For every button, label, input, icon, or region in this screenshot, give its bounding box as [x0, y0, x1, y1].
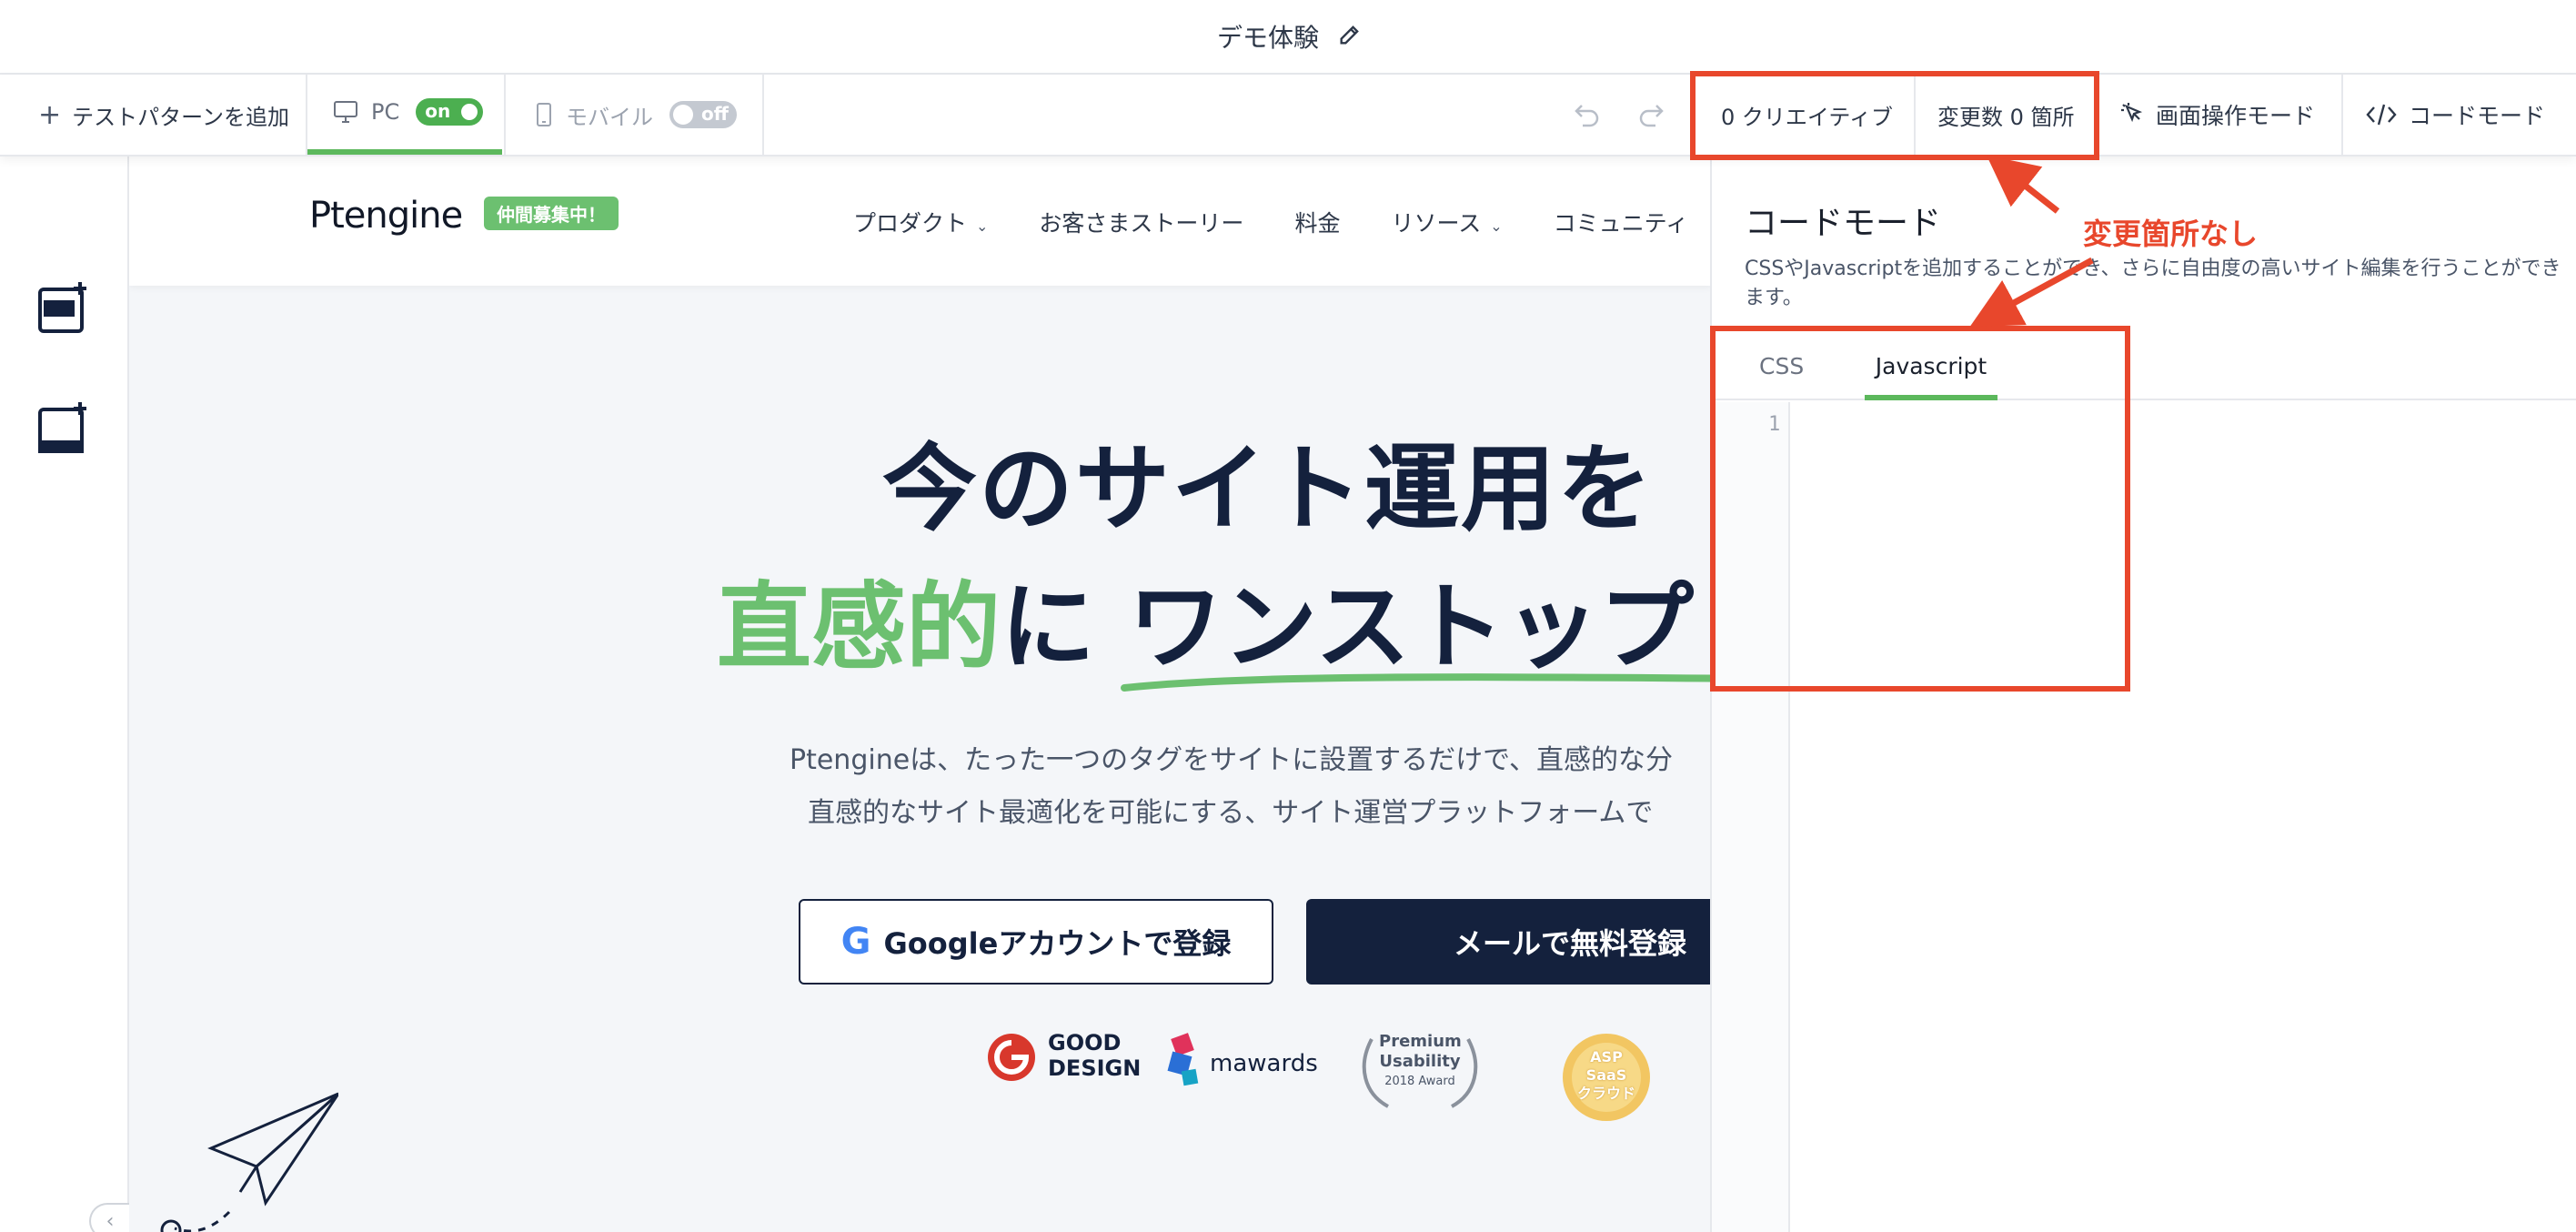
add-section-bottom-icon[interactable]: [36, 400, 91, 455]
nav-item-pricing[interactable]: 料金: [1294, 206, 1340, 238]
ptengine-logo[interactable]: Ptengine: [309, 195, 463, 237]
good-design-logo-icon: [988, 1034, 1035, 1081]
nav-label: プロダクト: [853, 210, 968, 237]
chevron-down-icon: ⌄: [976, 217, 989, 235]
award-text: mawards: [1210, 1050, 1318, 1077]
google-button-label: Googleアカウントで登録: [883, 926, 1232, 961]
chevron-down-icon: ⌄: [1490, 217, 1503, 235]
divider: [504, 75, 506, 155]
undo-button[interactable]: [1572, 75, 1601, 155]
hero-heading-line1: 今のサイト運用を: [882, 433, 1655, 544]
nav-item-product[interactable]: プロダクト ⌄: [853, 206, 988, 238]
award-text: GOOD: [1048, 1030, 1122, 1055]
laurel-wreath-icon: [1362, 1038, 1478, 1108]
smartphone-icon: [537, 103, 551, 126]
window-title: デモ体験: [1217, 23, 1320, 53]
nav-label: リソース: [1391, 210, 1482, 237]
paper-plane-illustration: [160, 1092, 338, 1232]
annotation-text: 変更箇所なし: [2083, 217, 2259, 251]
premium-usability-award: Premium Usability 2018 Award: [1352, 1030, 1488, 1121]
pc-label: PC: [371, 99, 400, 125]
nav-item-stories[interactable]: お客さまストーリー: [1039, 206, 1243, 238]
nav-item-resources[interactable]: リソース ⌄: [1391, 206, 1502, 238]
pc-toggle[interactable]: on: [416, 98, 484, 126]
screen-mode-label: 画面操作モード: [2156, 103, 2316, 129]
divider: [2341, 75, 2343, 155]
hero-description-line1: Ptengineは、たった一つのタグをサイトに設置するだけで、直感的な分: [790, 744, 1673, 776]
mail-button-label: メールで無料登録: [1453, 926, 1686, 961]
award-text: DESIGN: [1048, 1055, 1142, 1081]
toggle-knob: [459, 102, 480, 122]
annotation-box-toolbar-counts: [1690, 71, 2099, 160]
mobile-toggle-text: off: [701, 103, 729, 125]
add-pattern-label: テストパターンを追加: [72, 104, 289, 130]
device-tab-pc[interactable]: PC on: [307, 75, 502, 155]
award-text: クラウド: [1576, 1085, 1635, 1102]
hero-description-line2: 直感的なサイト最適化を可能にする、サイト運営プラットフォームで: [808, 797, 1654, 829]
email-signup-button[interactable]: メールで無料登録: [1306, 899, 1712, 985]
plus-icon: +: [38, 98, 62, 131]
collapse-sidebar-button[interactable]: ‹: [89, 1203, 129, 1232]
title-bar: デモ体験: [0, 0, 2576, 75]
pc-toggle-text: on: [425, 100, 451, 122]
nav-item-community[interactable]: コミュニティ: [1554, 206, 1689, 238]
left-sidebar: ‹: [0, 157, 129, 1232]
undo-icon: [1575, 105, 1599, 127]
hero-green-text: 直感的: [717, 571, 1001, 682]
cursor-click-icon: [2121, 103, 2143, 123]
nav-label: お客さまストーリー: [1039, 210, 1244, 237]
code-mode-label: コードモード: [2409, 103, 2546, 129]
code-mode-button[interactable]: コードモード: [2365, 75, 2545, 155]
device-tab-mobile[interactable]: モバイル off: [535, 75, 737, 155]
nav-label: 料金: [1294, 210, 1341, 237]
google-g-icon: G: [840, 921, 871, 963]
code-icon: [2366, 104, 2397, 126]
add-section-top-icon[interactable]: [36, 280, 91, 335]
annotation-box-code-editor: [1710, 326, 2130, 692]
redo-icon: [1639, 105, 1664, 127]
screen-operation-mode-button[interactable]: 画面操作モード: [2119, 75, 2315, 155]
monitor-icon: [334, 101, 357, 123]
code-mode-panel: コードモード CSSやJavascriptを追加することができ、さらに自由度の高…: [1710, 157, 2576, 1232]
panel-description: CSSやJavascriptを追加することができ、さらに自由度の高いサイト編集を…: [1745, 258, 2561, 309]
edit-pencil-icon[interactable]: [1337, 22, 1363, 47]
toggle-knob: [673, 105, 693, 125]
award-text: SaaS: [1585, 1066, 1627, 1084]
redo-button[interactable]: [1637, 75, 1666, 155]
mobile-toggle[interactable]: off: [669, 101, 737, 128]
site-nav: プロダクト ⌄ お客さまストーリー 料金 リソース ⌄ コミュニティ: [853, 206, 1712, 238]
mobile-label: モバイル: [566, 104, 653, 130]
nav-label: コミュニティ: [1553, 210, 1689, 237]
award-text: ASP: [1590, 1048, 1623, 1065]
panel-title: コードモード: [1745, 205, 1942, 242]
site-header: Ptengine 仲間募集中！ プロダクト ⌄ お客さまストーリー 料金 リソース…: [129, 157, 1712, 286]
hero-underline-decoration: [1121, 673, 1712, 692]
add-test-pattern-button[interactable]: + テストパターンを追加: [38, 75, 289, 155]
divider: [762, 75, 764, 155]
recruit-badge[interactable]: 仲間募集中！: [484, 197, 619, 230]
toolbar: + テストパターンを追加 PC on モバイル off 0 クリエイティブ 変更…: [0, 75, 2576, 157]
chevron-left-icon: ‹: [106, 1209, 115, 1232]
site-preview: Ptengine 仲間募集中！ プロダクト ⌄ お客さまストーリー 料金 リソース…: [129, 157, 1712, 1232]
google-signup-button[interactable]: G Googleアカウントで登録: [799, 899, 1273, 985]
